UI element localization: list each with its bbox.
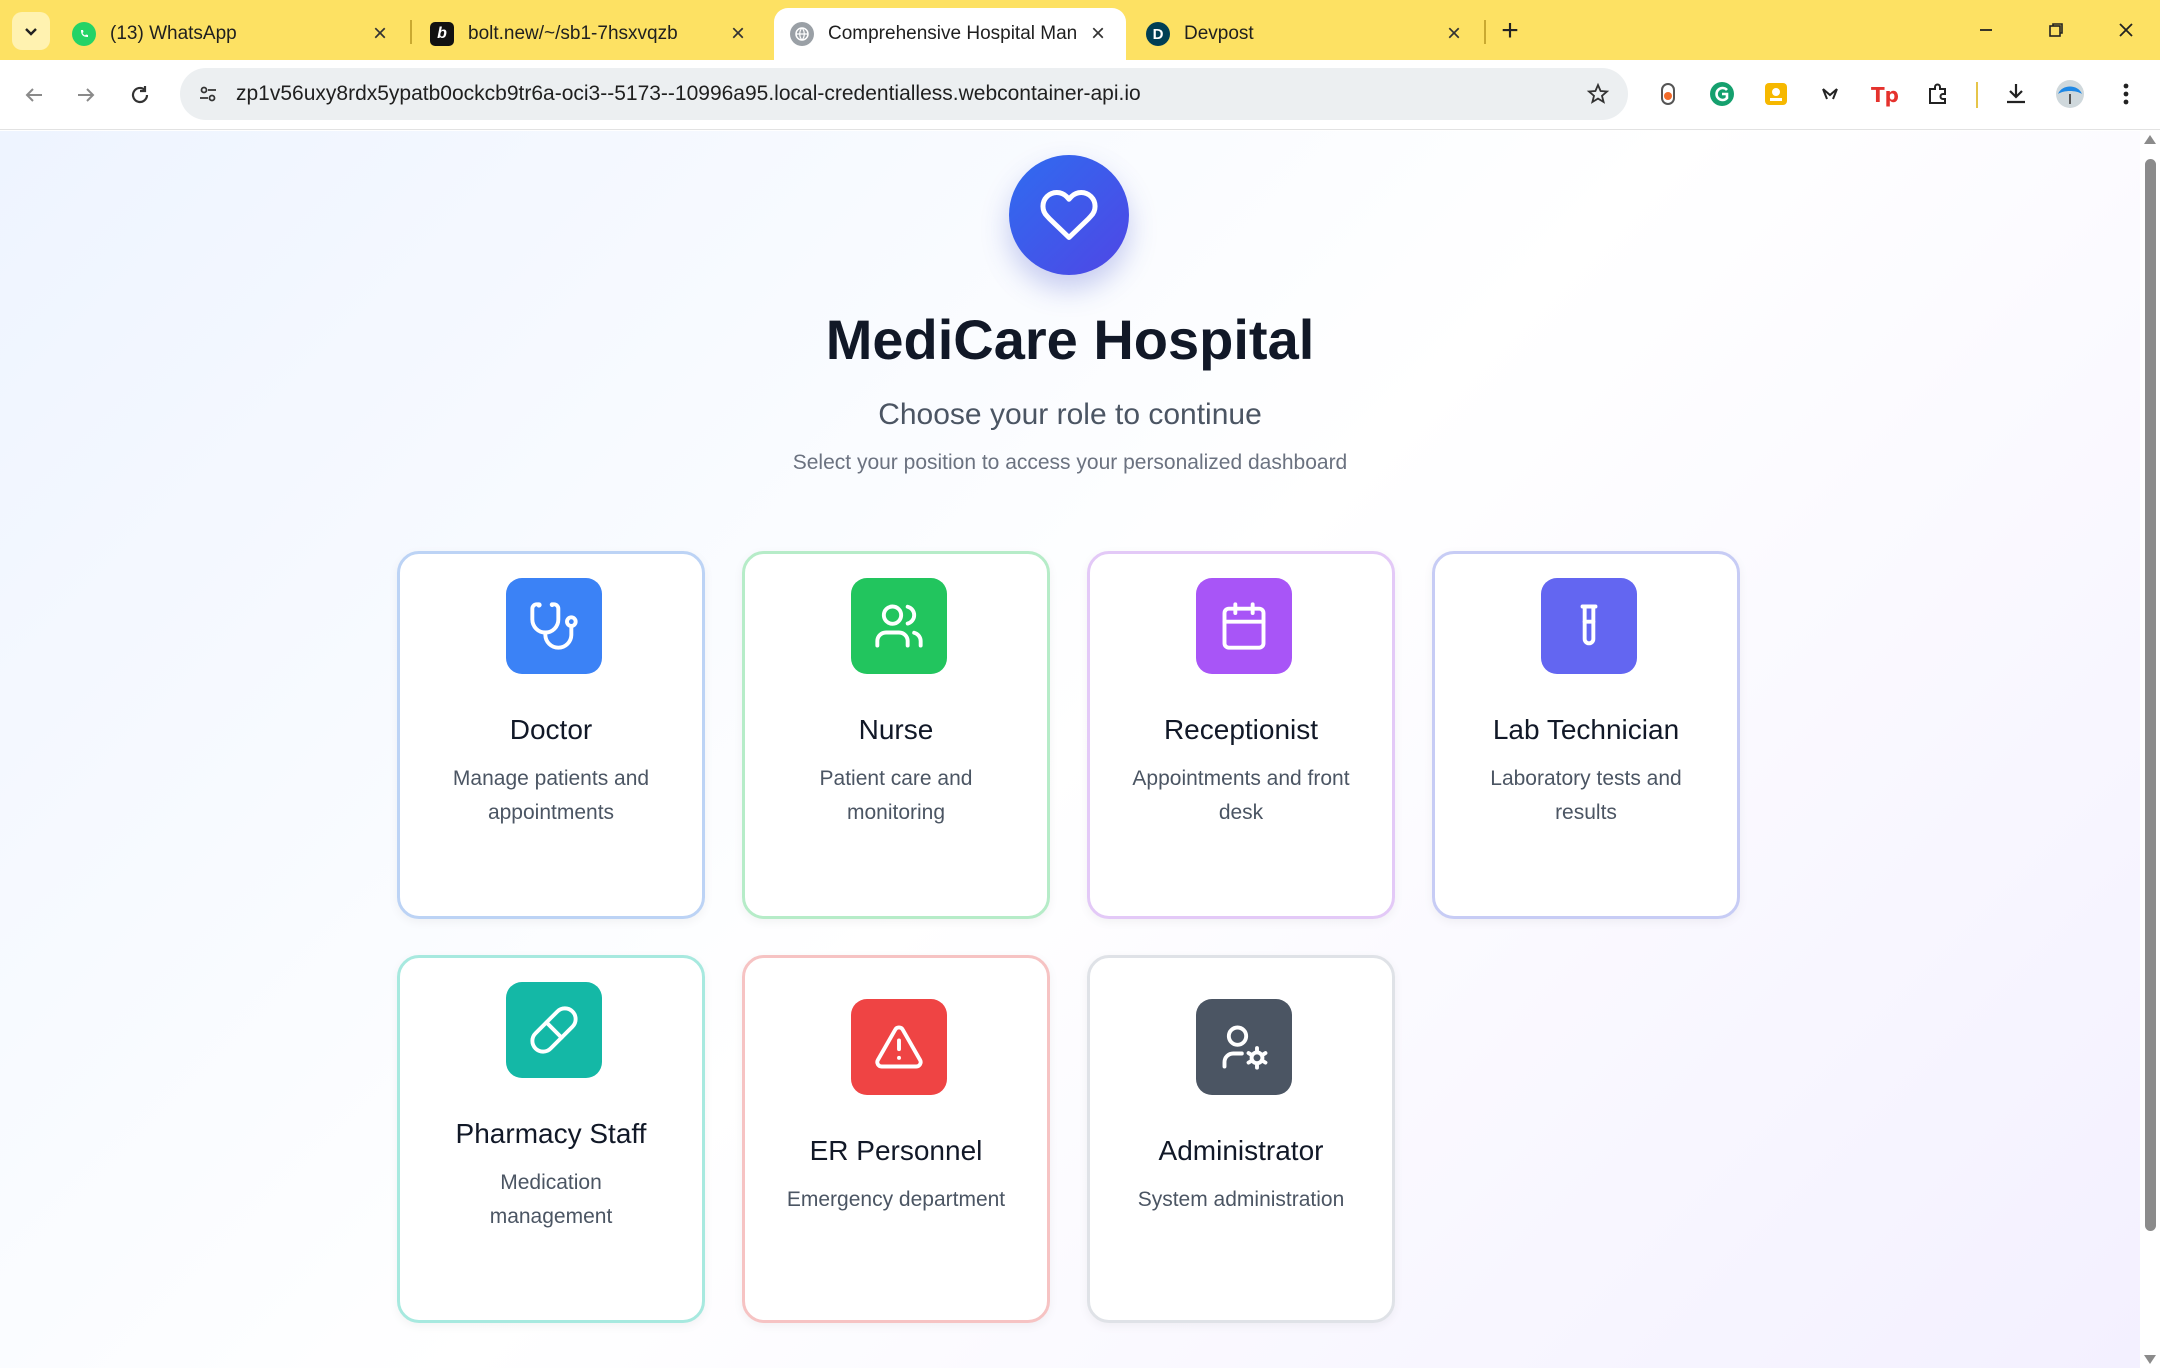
mail-extension-icon[interactable] (1812, 76, 1848, 112)
address-bar[interactable]: zp1v56uxy8rdx5ypatb0ockcb9tr6a-oci3--517… (180, 68, 1628, 120)
scroll-down-arrow[interactable] (2144, 1355, 2156, 1364)
role-description: Appointments and front desk (1132, 767, 1350, 824)
toolbar-separator (1976, 82, 1978, 108)
hospital-logo (1009, 155, 1129, 275)
page-scrollbar[interactable] (2140, 131, 2160, 1368)
extensions-puzzle-icon[interactable] (1920, 76, 1956, 112)
profile-avatar-icon[interactable] (2052, 76, 2088, 112)
tab-title: (13) WhatsApp (110, 23, 237, 44)
role-selection-page: MediCare Hospital Choose your role to co… (0, 131, 2140, 1368)
role-card-doctor[interactable]: Doctor Manage patients and appointments (397, 551, 705, 919)
role-card-receptionist[interactable]: Receptionist Appointments and front desk (1087, 551, 1395, 919)
page-helper-text: Select your position to access your pers… (792, 451, 1348, 474)
test-tube-icon (1541, 578, 1637, 674)
tab-separator (410, 20, 412, 44)
role-card-administrator[interactable]: Administrator System administration (1087, 955, 1395, 1323)
tab-devpost[interactable]: D Devpost × (1130, 8, 1482, 60)
arrow-right-icon (78, 88, 95, 102)
tab-title: Comprehensive Hospital Manag (828, 23, 1078, 44)
reload-button[interactable] (120, 75, 160, 115)
download-icon[interactable] (1998, 76, 2034, 112)
role-title: Doctor (509, 714, 593, 745)
bookmark-star-icon[interactable] (1578, 74, 1618, 114)
reload-icon (131, 86, 149, 104)
close-window-button[interactable] (2104, 10, 2148, 50)
pill-icon (506, 982, 602, 1078)
restore-button[interactable] (2034, 10, 2078, 50)
forward-button[interactable] (66, 75, 106, 115)
whatsapp-icon (72, 22, 96, 46)
back-button[interactable] (14, 75, 54, 115)
tab-separator (1484, 20, 1486, 44)
role-title: Receptionist (1163, 714, 1319, 745)
role-card-lab-technician[interactable]: Lab Technician Laboratory tests and resu… (1432, 551, 1740, 919)
tab-bolt[interactable]: b bolt.new/~/sb1-7hsxvqzb × (414, 8, 766, 60)
grammarly-icon[interactable] (1704, 76, 1740, 112)
close-icon[interactable]: × (368, 20, 392, 47)
arrow-left-icon (25, 88, 42, 102)
svg-text:Tp: Tp (1871, 83, 1899, 107)
chevron-down-icon (25, 28, 37, 36)
role-title: ER Personnel (809, 1135, 983, 1166)
tp-extension-icon[interactable]: Tp (1866, 76, 1902, 112)
calendar-icon (1196, 578, 1292, 674)
role-title: Pharmacy Staff (455, 1118, 647, 1149)
alert-triangle-icon (851, 999, 947, 1095)
role-title: Administrator (1158, 1135, 1324, 1166)
role-card-er-personnel[interactable]: ER Personnel Emergency department (742, 955, 1050, 1323)
close-icon[interactable]: × (1086, 20, 1110, 47)
close-icon[interactable]: × (726, 20, 750, 47)
browser-toolbar: zp1v56uxy8rdx5ypatb0ockcb9tr6a-oci3--517… (0, 60, 2160, 130)
tab-hospital[interactable]: Comprehensive Hospital Manag × (774, 8, 1126, 60)
minimize-icon (1980, 29, 1992, 31)
role-description: System administration (1137, 1188, 1345, 1211)
page-title: MediCare Hospital (825, 308, 1315, 371)
role-description: Patient care and monitoring (819, 767, 973, 824)
heart-icon (1040, 189, 1098, 240)
url-text: zp1v56uxy8rdx5ypatb0ockcb9tr6a-oci3--517… (236, 82, 1141, 105)
role-description: Laboratory tests and results (1490, 767, 1682, 824)
scrollbar-thumb[interactable] (2145, 159, 2156, 1231)
users-icon (851, 578, 947, 674)
tab-title: bolt.new/~/sb1-7hsxvqzb (468, 23, 678, 44)
scroll-up-arrow[interactable] (2144, 135, 2156, 144)
tab-search-button[interactable] (12, 12, 50, 50)
role-description: Manage patients and appointments (452, 767, 650, 824)
globe-icon (790, 22, 814, 46)
new-tab-button[interactable]: + (1490, 14, 1530, 48)
close-icon[interactable]: × (1442, 20, 1466, 47)
restore-icon (2049, 23, 2063, 37)
bolt-icon: b (430, 22, 454, 46)
role-card-nurse[interactable]: Nurse Patient care and monitoring (742, 551, 1050, 919)
tab-strip: (13) WhatsApp × b bolt.new/~/sb1-7hsxvqz… (0, 0, 2160, 60)
role-description: Medication management (489, 1171, 613, 1228)
tab-whatsapp[interactable]: (13) WhatsApp × (56, 8, 408, 60)
close-icon (2119, 23, 2133, 37)
role-title: Nurse (858, 714, 934, 745)
role-description: Emergency department (786, 1188, 1006, 1211)
stethoscope-icon (506, 578, 602, 674)
page-subtitle: Choose your role to continue (878, 398, 1262, 431)
site-info-icon[interactable] (188, 74, 228, 114)
role-title: Lab Technician (1492, 714, 1680, 745)
devpost-icon: D (1146, 22, 1170, 46)
more-menu-icon[interactable] (2108, 76, 2144, 112)
role-card-pharmacy-staff[interactable]: Pharmacy Staff Medication management (397, 955, 705, 1323)
tab-title: Devpost (1184, 23, 1254, 44)
minimize-button[interactable] (1964, 10, 2008, 50)
notes-extension-icon[interactable] (1758, 76, 1794, 112)
user-cog-icon (1196, 999, 1292, 1095)
extension-record-icon[interactable] (1650, 76, 1686, 112)
